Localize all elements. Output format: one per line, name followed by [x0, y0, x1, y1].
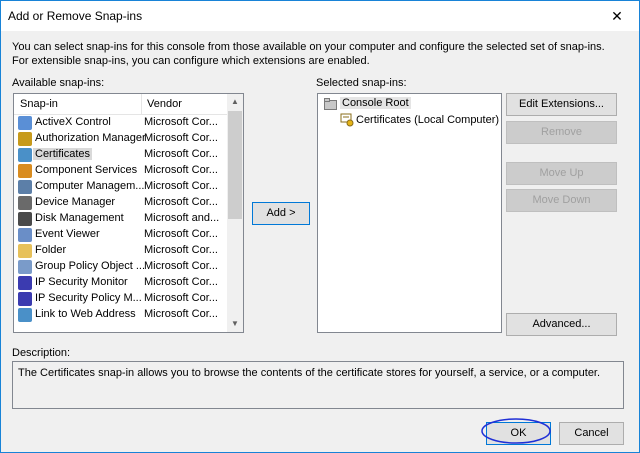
snapin-vendor: Microsoft Cor...: [144, 244, 218, 256]
snapin-vendor: Microsoft Cor...: [144, 260, 218, 272]
event-viewer-icon: [18, 228, 32, 242]
edit-extensions-button[interactable]: Edit Extensions...: [506, 93, 617, 116]
description-box: The Certificates snap-in allows you to b…: [12, 361, 624, 409]
snapin-vendor: Microsoft Cor...: [144, 292, 218, 304]
snapin-vendor: Microsoft Cor...: [144, 196, 218, 208]
folder-icon: [324, 98, 337, 110]
snapin-name: Disk Management: [35, 212, 124, 224]
selected-snapins-label: Selected snap-ins:: [316, 77, 407, 89]
folder-icon: [18, 244, 32, 258]
column-header-vendor[interactable]: Vendor: [147, 98, 182, 110]
snapin-name: Computer Managem...: [35, 180, 145, 192]
snapin-row[interactable]: Folder Microsoft Cor...: [14, 243, 224, 259]
advanced-button[interactable]: Advanced...: [506, 313, 617, 336]
scroll-thumb[interactable]: [228, 111, 242, 219]
snapin-row[interactable]: Component Services Microsoft Cor...: [14, 163, 224, 179]
remove-button[interactable]: Remove: [506, 121, 617, 144]
activex-icon: [18, 116, 32, 130]
snapin-row[interactable]: Certificates Microsoft Cor...: [14, 147, 224, 163]
authorization-icon: [18, 132, 32, 146]
snapin-row[interactable]: Event Viewer Microsoft Cor...: [14, 227, 224, 243]
snapin-vendor: Microsoft Cor...: [144, 164, 218, 176]
selected-snapins-tree[interactable]: Console Root Certificates (Local Compute…: [317, 93, 502, 333]
group-policy-icon: [18, 260, 32, 274]
snapin-vendor: Microsoft Cor...: [144, 276, 218, 288]
snapin-row[interactable]: Computer Managem... Microsoft Cor...: [14, 179, 224, 195]
description-text: The Certificates snap-in allows you to b…: [18, 367, 601, 379]
ip-security-policy-icon: [18, 292, 32, 306]
snapin-vendor: Microsoft Cor...: [144, 180, 218, 192]
snapin-vendor: Microsoft Cor...: [144, 132, 218, 144]
tree-child-label: Certificates (Local Computer): [356, 114, 500, 126]
available-snapins-label: Available snap-ins:: [12, 77, 105, 89]
computer-management-icon: [18, 180, 32, 194]
tree-root-label: Console Root: [340, 97, 411, 109]
disk-management-icon: [18, 212, 32, 226]
snapin-row[interactable]: IP Security Policy M... Microsoft Cor...: [14, 291, 224, 307]
certificates-icon: [18, 148, 32, 162]
column-header-snapin[interactable]: Snap-in: [20, 98, 58, 110]
snapin-name: IP Security Monitor: [35, 276, 128, 288]
column-separator: [141, 94, 142, 114]
snapin-name: Device Manager: [35, 196, 116, 208]
snapin-row[interactable]: ActiveX Control Microsoft Cor...: [14, 115, 224, 131]
snapin-vendor: Microsoft and...: [144, 212, 220, 224]
snapin-name: Folder: [35, 244, 67, 256]
snapin-row[interactable]: Authorization Manager Microsoft Cor...: [14, 131, 224, 147]
snapin-name: Certificates: [33, 148, 93, 160]
snapin-row[interactable]: Device Manager Microsoft Cor...: [14, 195, 224, 211]
snapin-name: Event Viewer: [35, 228, 100, 240]
add-remove-snapins-dialog: Add or Remove Snap-ins ✕ You can select …: [0, 0, 640, 453]
snapin-row[interactable]: Group Policy Object ... Microsoft Cor...: [14, 259, 224, 275]
intro-text: You can select snap-ins for this console…: [12, 41, 605, 67]
snapin-row[interactable]: IP Security Monitor Microsoft Cor...: [14, 275, 224, 291]
available-snapins-list[interactable]: Snap-in Vendor ActiveX Control Microsoft …: [13, 93, 244, 333]
snapin-name: Link to Web Address: [35, 308, 136, 320]
ip-security-monitor-icon: [18, 276, 32, 290]
move-up-button[interactable]: Move Up: [506, 162, 617, 185]
cancel-button[interactable]: Cancel: [559, 422, 624, 445]
list-header: Snap-in Vendor: [14, 94, 243, 115]
window-title: Add or Remove Snap-ins: [8, 9, 143, 23]
component-services-icon: [18, 164, 32, 178]
description-label: Description:: [12, 347, 71, 359]
title-bar: Add or Remove Snap-ins ✕: [1, 1, 639, 31]
snapin-name: Component Services: [35, 164, 138, 176]
scroll-down-icon[interactable]: ▼: [227, 316, 243, 332]
move-down-button[interactable]: Move Down: [506, 189, 617, 212]
snapin-name: ActiveX Control: [35, 116, 111, 128]
snapin-vendor: Microsoft Cor...: [144, 228, 218, 240]
device-manager-icon: [18, 196, 32, 210]
snapin-vendor: Microsoft Cor...: [144, 148, 218, 160]
add-button[interactable]: Add >: [252, 202, 310, 225]
certificate-icon: [340, 113, 354, 127]
vertical-scrollbar[interactable]: ▲ ▼: [227, 94, 243, 332]
snapin-vendor: Microsoft Cor...: [144, 308, 218, 320]
snapin-row[interactable]: Disk Management Microsoft and...: [14, 211, 224, 227]
snapin-vendor: Microsoft Cor...: [144, 116, 218, 128]
scroll-up-icon[interactable]: ▲: [227, 94, 243, 110]
snapin-name: Group Policy Object ...: [35, 260, 146, 272]
snapin-name: IP Security Policy M...: [35, 292, 142, 304]
annotation-circle: [481, 418, 551, 444]
close-icon[interactable]: ✕: [595, 1, 639, 31]
snapin-name: Authorization Manager: [35, 132, 146, 144]
link-icon: [18, 308, 32, 322]
snapin-row[interactable]: Link to Web Address Microsoft Cor...: [14, 307, 224, 323]
